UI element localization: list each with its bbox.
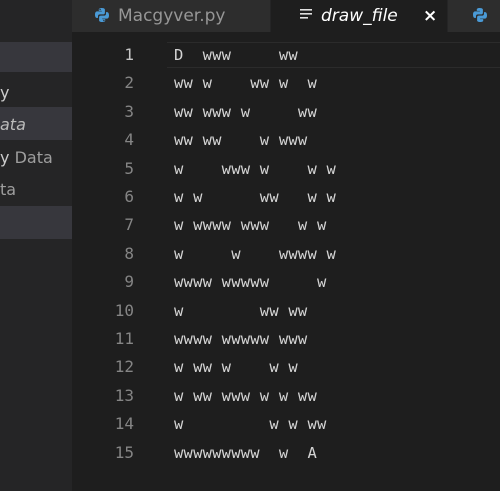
sidebar-item-sublabel: Data — [14, 148, 53, 167]
line-number: 1 — [124, 45, 134, 64]
code-text[interactable]: wwww wwwww w — [174, 268, 327, 296]
line-number: 12 — [114, 357, 134, 377]
sidebar-item-1[interactable]: y — [0, 78, 9, 108]
code-text[interactable]: w www w w w — [174, 155, 336, 183]
line-number: 8 — [124, 243, 134, 263]
line-number: 5 — [124, 158, 134, 178]
code-text[interactable]: w w wwww w — [174, 240, 336, 268]
line-number: 14 — [114, 414, 134, 434]
sidebar-item-2[interactable]: ata — [0, 110, 26, 140]
line-number: 15 — [114, 442, 134, 462]
python-icon — [95, 8, 109, 22]
line-number: 13 — [114, 385, 134, 405]
code-text[interactable]: w ww www w w ww — [174, 382, 317, 410]
code-text[interactable]: w w ww w w — [174, 183, 336, 211]
line-number: 4 — [124, 130, 134, 150]
line-number: 7 — [124, 215, 134, 235]
code-line[interactable]: 4 ww ww w www — [72, 126, 500, 154]
code-text[interactable]: ww www w ww — [174, 98, 317, 126]
line-number: 3 — [124, 101, 134, 121]
code-editor[interactable]: 1 D www ww 2 ww w ww w w 3 ww www w ww 4 ww ww … — [72, 42, 500, 491]
line-number: 2 — [124, 73, 134, 93]
python-icon — [473, 8, 487, 22]
code-text[interactable]: ww w ww w w — [174, 69, 317, 97]
sidebar-item-label: y — [0, 148, 10, 167]
line-number: 11 — [114, 329, 134, 348]
tab-python-file[interactable] — [448, 0, 500, 32]
code-text[interactable]: w w w ww — [174, 410, 327, 438]
close-icon[interactable]: × — [423, 0, 437, 32]
sidebar-header — [0, 0, 72, 42]
code-text[interactable]: wwwwwwwww w A — [174, 439, 317, 467]
code-text[interactable]: ww ww w www — [174, 126, 307, 154]
code-line[interactable]: 12 w ww w w w — [72, 353, 500, 381]
tab-label: Macgyver.py — [118, 6, 226, 26]
code-line[interactable]: 14 w w w ww — [72, 410, 500, 438]
sidebar-hover-highlight — [0, 206, 72, 239]
tab-bar: Macgyver.py draw_file × — [72, 0, 500, 32]
sidebar-item-label: ta — [0, 180, 17, 199]
code-line[interactable]: 10 w ww ww — [72, 297, 500, 325]
code-line[interactable]: 15 wwwwwwwww w A — [72, 439, 500, 467]
line-number: 10 — [114, 300, 134, 320]
code-line[interactable]: 1 D www ww — [72, 41, 500, 69]
tab-macgyver-py[interactable]: Macgyver.py — [72, 0, 270, 32]
line-number: 6 — [124, 187, 134, 206]
sidebar-item-label: ata — [0, 115, 26, 134]
code-line[interactable]: 5 w www w w w — [72, 155, 500, 183]
code-line[interactable]: 13 w ww www w w ww — [72, 382, 500, 410]
code-text[interactable]: w ww ww — [174, 297, 307, 325]
sidebar-item-3[interactable]: y Data — [0, 143, 53, 173]
tab-label: draw_file — [321, 6, 398, 26]
code-line[interactable]: 8 w w wwww w — [72, 240, 500, 268]
sidebar-item-label: y — [0, 83, 10, 102]
tab-draw-file[interactable]: draw_file × — [271, 0, 447, 32]
sidebar-section-header — [0, 42, 72, 72]
line-number: 9 — [124, 272, 134, 292]
code-text[interactable]: w ww w w w — [174, 353, 298, 381]
code-text[interactable]: wwww wwwww www — [174, 325, 307, 353]
code-line[interactable]: 7 w wwww www w w — [72, 211, 500, 239]
explorer-sidebar: y ata y Data ta — [0, 0, 72, 491]
code-text[interactable]: w wwww www w w — [174, 211, 327, 239]
code-line[interactable]: 3 ww www w ww — [72, 98, 500, 126]
code-line[interactable]: 2 ww w ww w w — [72, 69, 500, 97]
text-lines-icon — [300, 9, 312, 19]
sidebar-item-4[interactable]: ta — [0, 175, 16, 205]
code-text[interactable]: D www ww — [174, 41, 298, 69]
code-line[interactable]: 6 w w ww w w — [72, 183, 500, 211]
code-line[interactable]: 9 wwww wwwww w — [72, 268, 500, 296]
code-line[interactable]: 11 wwww wwwww www — [72, 325, 500, 353]
